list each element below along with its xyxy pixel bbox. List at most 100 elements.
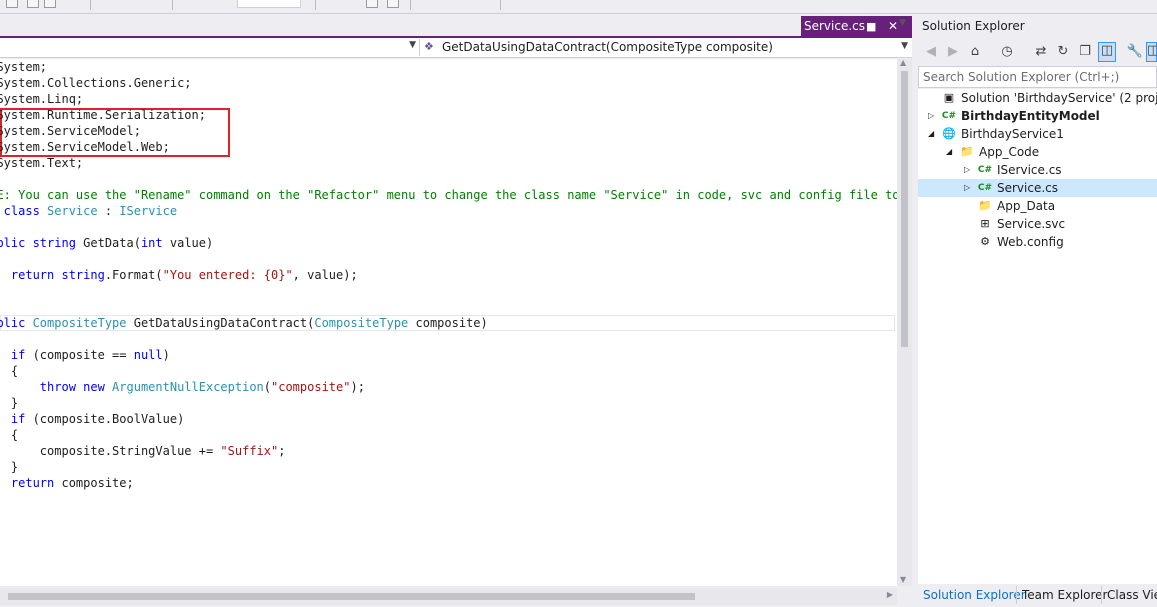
refresh-icon[interactable]: ↻ <box>1054 44 1072 59</box>
toolbar-separator <box>500 0 501 10</box>
tree-item[interactable]: ▷ C# BirthdayEntityModel <box>928 107 1100 125</box>
code-line: { <box>0 363 18 379</box>
expand-arrow-icon[interactable]: ◢ <box>946 143 958 161</box>
toolbar-separator <box>315 0 316 10</box>
tab-separator <box>1016 586 1017 604</box>
forward-icon[interactable]: ▶ <box>944 44 962 59</box>
tab-dropdown-icon[interactable]: ▼ <box>899 18 906 28</box>
collapse-arrow-icon[interactable]: ▷ <box>964 179 976 197</box>
tree-item[interactable]: ▷ C# IService.cs <box>964 161 1062 179</box>
editor-horizontal-scrollbar[interactable]: ▶ <box>0 588 897 605</box>
code-token: CompositeType <box>32 316 127 330</box>
tree-item[interactable]: ◢ 📁 App_Code <box>946 143 1039 161</box>
code-token: } <box>10 460 19 474</box>
main-toolbar <box>0 0 1157 14</box>
code-token: : <box>97 204 120 218</box>
type-dropdown[interactable]: ▼ <box>0 39 420 56</box>
code-line: g System.ServiceModel; <box>0 123 141 139</box>
code-token: Service <box>47 204 98 218</box>
collapse-arrow-icon[interactable]: ▷ <box>928 107 940 125</box>
code-editor[interactable]: g System; g System.Collections.Generic; g … <box>0 59 897 586</box>
chevron-down-icon: ▼ <box>409 40 416 50</box>
solution-icon: ▣ <box>943 91 955 104</box>
code-token: composite; <box>54 476 134 490</box>
solution-explorer-panel: Solution Explorer ◀ ▶ ⌂ ◷ ⇄ ↻ ❐ ◫ 🔧 ◫ Se… <box>914 14 1157 607</box>
back-icon[interactable]: ◀ <box>922 44 940 59</box>
code-token: public string <box>0 236 76 250</box>
editor-vertical-scrollbar[interactable]: ▲ ▼ <box>897 58 912 586</box>
website-icon: 🌐 <box>942 127 956 140</box>
code-token: ) <box>162 348 170 362</box>
tree-item-label: Web.config <box>997 235 1064 249</box>
code-token: if <box>10 412 26 426</box>
tree-item-label: Service.svc <box>997 217 1066 231</box>
solution-explorer-search-input[interactable]: Search Solution Explorer (Ctrl+;) <box>918 66 1157 88</box>
service-icon: ⊞ <box>980 217 990 230</box>
code-line: g System.Text; <box>0 155 83 171</box>
code-token: public <box>0 316 26 330</box>
tree-item[interactable]: ⚙ Web.config <box>964 233 1064 251</box>
pin-icon[interactable]: ■ <box>866 20 876 33</box>
scrollbar-thumb[interactable] <box>8 593 695 600</box>
code-token: ; <box>278 444 286 458</box>
code-token: GetData( <box>83 236 141 250</box>
expand-arrow-icon[interactable]: ◢ <box>928 125 940 143</box>
code-line: g System; <box>0 59 47 75</box>
member-dropdown-label: GetDataUsingDataContract(CompositeType c… <box>442 40 773 54</box>
scroll-up-icon[interactable]: ▲ <box>900 58 906 67</box>
solution-config-dropdown[interactable] <box>237 0 301 8</box>
tree-item[interactable]: ▷ C# Service.cs <box>964 179 1058 197</box>
collapse-arrow-icon[interactable]: ▷ <box>964 161 976 179</box>
code-token: g System.Runtime.Serialization; <box>0 108 206 122</box>
code-token: "Suffix" <box>220 444 279 458</box>
properties-icon[interactable]: 🔧 <box>1126 44 1144 59</box>
code-token: "You entered: {0}" <box>162 268 293 282</box>
toolbar-button[interactable] <box>366 0 378 8</box>
csharp-project-icon: C# <box>941 111 957 121</box>
tree-item[interactable]: ◢ 🌐 BirthdayService1 <box>928 125 1064 143</box>
code-line: { <box>0 427 18 443</box>
code-line: OTE: You can use the "Rename" command on… <box>0 187 897 203</box>
code-token: { <box>10 428 19 442</box>
code-token: int <box>140 236 163 250</box>
code-token: return string <box>10 268 105 282</box>
toolbar-button[interactable] <box>27 0 39 8</box>
tree-item[interactable]: 📁 App_Data <box>964 197 1055 215</box>
code-token: (composite.BoolValue) <box>25 412 185 426</box>
folder-icon: 📁 <box>978 199 992 212</box>
panel-bottom-tabs: Solution Explorer Team Explorer Class Vi… <box>914 584 1157 607</box>
scroll-down-icon[interactable]: ▼ <box>900 575 906 584</box>
toolbar-button[interactable] <box>6 0 18 8</box>
folder-icon: 📁 <box>960 145 974 158</box>
code-line: g System.Collections.Generic; <box>0 75 192 91</box>
solution-explorer-toolbar: ◀ ▶ ⌂ ◷ ⇄ ↻ ❐ ◫ 🔧 ◫ <box>914 40 1157 64</box>
tab-label: Service.cs <box>804 19 866 33</box>
code-line: composite.StringValue += "Suffix"; <box>0 443 286 459</box>
preview-icon[interactable]: ◫ <box>1146 42 1157 62</box>
sync-icon[interactable]: ⇄ <box>1032 44 1050 59</box>
code-token: g System.ServiceModel.Web; <box>0 140 170 154</box>
tab-class-view[interactable]: Class View <box>1107 588 1157 602</box>
scrollbar-thumb[interactable] <box>901 71 908 347</box>
toolbar-button[interactable] <box>44 0 56 8</box>
close-icon[interactable]: ✕ <box>888 19 898 33</box>
show-all-files-icon[interactable]: ◫ <box>1098 42 1116 62</box>
code-token: if <box>10 348 26 362</box>
tree-item[interactable]: ⊞ Service.svc <box>964 215 1065 233</box>
tab-solution-explorer[interactable]: Solution Explorer <box>923 588 1026 602</box>
code-line: public string GetData(int value) <box>0 235 213 251</box>
member-dropdown[interactable]: ❖ GetDataUsingDataContract(CompositeType… <box>420 39 912 56</box>
pending-changes-icon[interactable]: ◷ <box>998 44 1016 59</box>
home-icon[interactable]: ⌂ <box>966 44 984 59</box>
scroll-right-icon[interactable]: ▶ <box>887 590 893 599</box>
collapse-all-icon[interactable]: ❐ <box>1076 44 1094 59</box>
toolbar-button[interactable] <box>387 0 399 8</box>
tab-team-explorer[interactable]: Team Explorer <box>1022 588 1108 602</box>
toolbar-separator <box>410 0 411 10</box>
navigation-bar: ▼ ❖ GetDataUsingDataContract(CompositeTy… <box>0 38 912 58</box>
document-tab-strip: Service.cs ■ ✕ <box>0 14 912 38</box>
tree-item[interactable]: ▣ Solution 'BirthdayService' (2 projects) <box>928 89 1157 107</box>
tab-separator <box>1101 586 1102 604</box>
tab-service-cs[interactable]: Service.cs ■ ✕ <box>801 16 912 38</box>
code-token: (composite == <box>25 348 134 362</box>
